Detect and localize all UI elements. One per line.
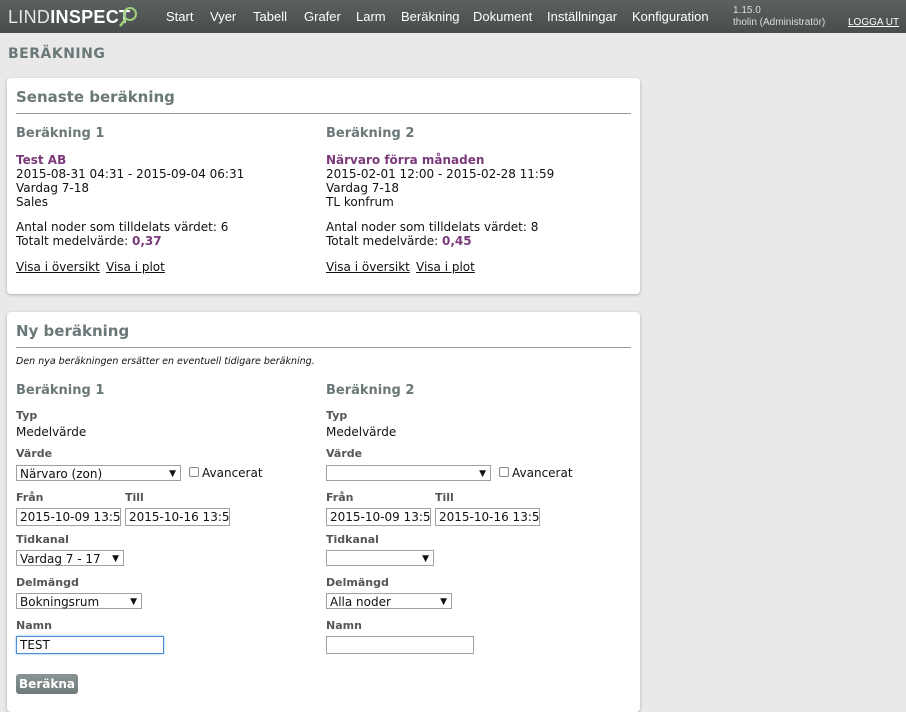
advanced-label: Avancerat <box>202 466 263 480</box>
nav-berakning[interactable]: Beräkning <box>401 9 460 24</box>
form1-type-value: Medelvärde <box>16 425 87 439</box>
nav-installningar[interactable]: Inställningar <box>547 9 617 24</box>
chevron-down-icon: ▼ <box>440 597 447 607</box>
chevron-down-icon: ▼ <box>422 554 429 564</box>
chevron-down-icon: ▼ <box>169 469 176 479</box>
calc1-subset: Sales <box>16 195 48 209</box>
calc1-heading: Beräkning 1 <box>16 126 105 141</box>
chevron-down-icon: ▼ <box>479 469 486 479</box>
divider <box>16 347 631 348</box>
calc2-heading: Beräkning 2 <box>326 126 415 141</box>
divider <box>16 113 631 114</box>
version-label: 1.15.0 <box>733 5 761 16</box>
app-logo[interactable]: LINDINSPECT <box>8 7 130 28</box>
top-navigation-bar: LINDINSPECT Start Vyer Tabell Grafer Lar… <box>0 0 906 33</box>
calc1-plot-link[interactable]: Visa i plot <box>106 260 165 274</box>
form2-type-value: Medelvärde <box>326 425 397 439</box>
form1-advanced-checkbox[interactable] <box>189 467 199 477</box>
selected-value: Bokningsrum <box>20 595 100 609</box>
form1-name-input[interactable]: TEST <box>16 636 164 654</box>
selected-value: Närvaro (zon) <box>20 467 103 481</box>
form1-to-input[interactable]: 2015-10-16 13:55 <box>125 508 230 526</box>
magnifier-icon <box>119 7 137 27</box>
average-value: 0,45 <box>442 234 472 248</box>
to-label: Till <box>435 491 454 504</box>
subset-label: Delmängd <box>16 576 79 589</box>
calc2-average: Totalt medelvärde: 0,45 <box>326 234 472 248</box>
calculate-button[interactable]: Beräkna <box>16 674 78 694</box>
form2-name-input[interactable] <box>326 636 474 654</box>
calc2-plot-link[interactable]: Visa i plot <box>416 260 475 274</box>
calc2-channel: Vardag 7-18 <box>326 181 399 195</box>
average-label: Totalt medelvärde: <box>16 234 129 248</box>
advanced-label: Avancerat <box>512 466 573 480</box>
calc1-overview-link[interactable]: Visa i översikt <box>16 260 100 274</box>
calc2-overview-link[interactable]: Visa i översikt <box>326 260 410 274</box>
value-label: Värde <box>16 447 53 460</box>
form2-from-input[interactable]: 2015-10-09 13:55 <box>326 508 431 526</box>
page-title: BERÄKNING <box>8 46 106 62</box>
nav-tabell[interactable]: Tabell <box>253 9 287 24</box>
form1-channel-select[interactable]: Vardag 7 - 17 ▼ <box>16 550 124 566</box>
subset-label: Delmängd <box>326 576 389 589</box>
chevron-down-icon: ▼ <box>130 597 137 607</box>
calc1-period: 2015-08-31 04:31 - 2015-09-04 06:31 <box>16 167 245 181</box>
calc1-name: Test AB <box>16 153 67 167</box>
from-label: Från <box>16 491 44 504</box>
average-label: Totalt medelvärde: <box>326 234 439 248</box>
calc2-period: 2015-02-01 12:00 - 2015-02-28 11:59 <box>326 167 555 181</box>
average-value: 0,37 <box>132 234 162 248</box>
calc2-name: Närvaro förra månaden <box>326 153 485 167</box>
nav-konfiguration[interactable]: Konfiguration <box>632 9 709 24</box>
chevron-down-icon: ▼ <box>112 554 119 564</box>
channel-label: Tidkanal <box>326 533 379 546</box>
name-label: Namn <box>16 619 52 632</box>
selected-value: Vardag 7 - 17 <box>20 552 101 566</box>
form1-value-select[interactable]: Närvaro (zon) ▼ <box>16 465 181 481</box>
new-calculation-panel: Ny beräkning Den nya beräkningen ersätte… <box>7 312 640 712</box>
form1-subset-select[interactable]: Bokningsrum ▼ <box>16 593 142 609</box>
form2-to-input[interactable]: 2015-10-16 13:55 <box>435 508 540 526</box>
form1-heading: Beräkning 1 <box>16 383 105 398</box>
nav-vyer[interactable]: Vyer <box>210 9 236 24</box>
panel-title: Senaste beräkning <box>16 88 175 106</box>
channel-label: Tidkanal <box>16 533 69 546</box>
user-label: tholin (Administratör) <box>733 17 826 28</box>
form2-value-select[interactable]: ▼ <box>326 465 491 481</box>
form2-advanced-checkbox[interactable] <box>499 467 509 477</box>
calc1-average: Totalt medelvärde: 0,37 <box>16 234 162 248</box>
nav-start[interactable]: Start <box>166 9 193 24</box>
calc2-nodes: Antal noder som tilldelats värdet: 8 <box>326 220 539 234</box>
form1-from-input[interactable]: 2015-10-09 13:55 <box>16 508 121 526</box>
logo-text-light: LIND <box>8 7 51 27</box>
from-label: Från <box>326 491 354 504</box>
to-label: Till <box>125 491 144 504</box>
value-label: Värde <box>326 447 363 460</box>
form2-channel-select[interactable]: ▼ <box>326 550 434 566</box>
panel-title: Ny beräkning <box>16 322 130 340</box>
form2-heading: Beräkning 2 <box>326 383 415 398</box>
calc1-channel: Vardag 7-18 <box>16 181 89 195</box>
calc1-nodes: Antal noder som tilldelats värdet: 6 <box>16 220 229 234</box>
type-label: Typ <box>326 409 348 422</box>
selected-value: Alla noder <box>330 595 391 609</box>
type-label: Typ <box>16 409 38 422</box>
logout-link[interactable]: LOGGA UT <box>848 17 899 28</box>
form2-subset-select[interactable]: Alla noder ▼ <box>326 593 452 609</box>
nav-grafer[interactable]: Grafer <box>304 9 341 24</box>
nav-dokument[interactable]: Dokument <box>473 9 532 24</box>
calc2-subset: TL konfrum <box>326 195 394 209</box>
replace-note: Den nya beräkningen ersätter en eventuel… <box>16 356 315 367</box>
name-label: Namn <box>326 619 362 632</box>
nav-larm[interactable]: Larm <box>356 9 386 24</box>
latest-calculation-panel: Senaste beräkning Beräkning 1 Test AB 20… <box>7 78 640 294</box>
